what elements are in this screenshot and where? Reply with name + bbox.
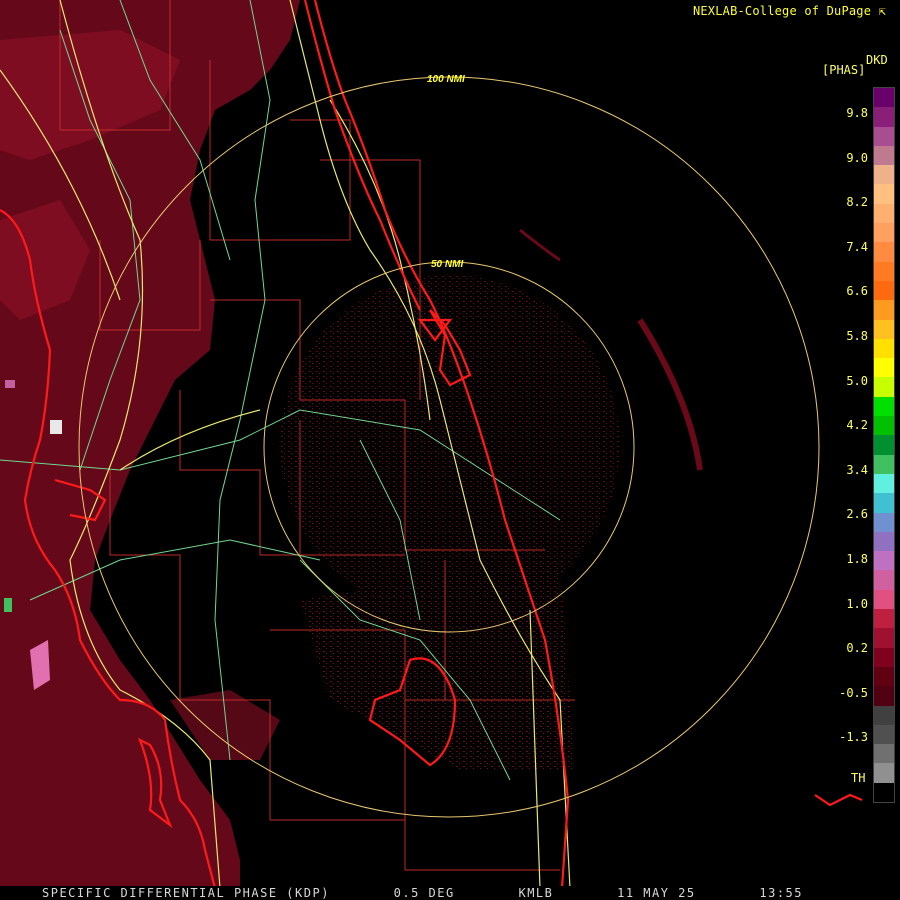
credit-label: NEXLAB-College of DuPage ⇱ xyxy=(692,4,886,18)
legend-swatch xyxy=(874,396,894,417)
legend-colorbar xyxy=(873,87,895,803)
legend-swatch xyxy=(874,261,894,281)
legend-label: 9.0 xyxy=(846,150,868,165)
legend-swatch xyxy=(874,319,894,339)
product-name: SPECIFIC DIFFERENTIAL PHASE (KDP) xyxy=(42,886,330,900)
scan-time: 13:55 xyxy=(759,886,803,900)
radar-map: 100 NMI 50 NMI xyxy=(0,0,863,889)
echo-bright-4 xyxy=(5,380,15,388)
legend-swatch xyxy=(874,165,894,185)
echo-bright-2 xyxy=(4,598,12,612)
echo-clutter-inner xyxy=(280,275,620,615)
elevation: 0.5 DEG xyxy=(393,886,455,900)
legend-swatch xyxy=(874,647,894,667)
legend-swatch xyxy=(874,686,894,706)
legend-swatch xyxy=(874,512,894,532)
legend-label: 7.4 xyxy=(846,239,868,254)
legend-label: 4.2 xyxy=(846,418,868,433)
legend-swatch xyxy=(874,203,894,224)
legend-swatch xyxy=(874,377,894,397)
echo-sea-arc-2 xyxy=(519,228,561,262)
legend-swatch xyxy=(874,473,894,494)
legend-swatch xyxy=(874,705,894,725)
legend-swatch xyxy=(874,88,894,108)
legend-swatch xyxy=(874,724,894,745)
range-ring-label-100: 100 NMI xyxy=(427,74,465,85)
legend-swatch xyxy=(874,763,894,783)
legend-label: 1.8 xyxy=(846,552,868,566)
legend-swatch xyxy=(874,551,894,571)
legend-label: 6.6 xyxy=(846,284,868,299)
legend-swatch xyxy=(874,416,894,436)
legend-swatch xyxy=(874,358,894,378)
status-footer: SPECIFIC DIFFERENTIAL PHASE (KDP) 0.5 DE… xyxy=(0,886,900,900)
legend-swatch xyxy=(874,744,894,764)
legend-swatch xyxy=(874,570,894,590)
legend-label: 2.6 xyxy=(846,507,868,522)
legend-swatch xyxy=(874,782,894,802)
echo-sea-arc xyxy=(637,318,703,471)
legend-swatch xyxy=(874,493,894,513)
legend-label: 1.0 xyxy=(846,596,868,611)
legend-units: [PHAS] xyxy=(822,63,866,77)
legend-swatch xyxy=(874,184,894,204)
legend-swatch xyxy=(874,223,894,243)
legend-product-code: DKD xyxy=(866,53,888,67)
legend-label: 9.8 xyxy=(846,106,868,120)
legend-swatch xyxy=(874,300,894,320)
legend-swatch xyxy=(874,126,894,146)
scan-date: 11 MAY 25 xyxy=(617,886,696,900)
legend-label: 5.0 xyxy=(846,373,868,388)
legend-swatch xyxy=(874,435,894,455)
legend-label: -0.5 xyxy=(839,685,868,700)
legend-label: 3.4 xyxy=(846,462,868,477)
legend-swatch xyxy=(874,242,894,262)
legend-label: 0.2 xyxy=(846,641,868,656)
range-ring-label-50: 50 NMI xyxy=(431,259,463,270)
legend-swatch xyxy=(874,666,894,687)
legend-swatch xyxy=(874,628,894,648)
legend-swatch xyxy=(874,280,894,301)
legend-swatch xyxy=(874,589,894,610)
legend-swatch xyxy=(874,107,894,127)
echo-bright-1 xyxy=(50,420,62,434)
legend-swatch xyxy=(874,531,894,552)
legend-swatch xyxy=(874,609,894,629)
station-id: KMLB xyxy=(518,886,554,900)
legend-swatch xyxy=(874,454,894,474)
legend-threshold-label: TH xyxy=(851,771,866,785)
legend-label: -1.3 xyxy=(839,730,868,745)
legend-swatch xyxy=(874,145,894,166)
legend-label: 5.8 xyxy=(846,329,868,343)
legend-label: 8.2 xyxy=(846,195,868,210)
legend-swatch xyxy=(874,338,894,359)
